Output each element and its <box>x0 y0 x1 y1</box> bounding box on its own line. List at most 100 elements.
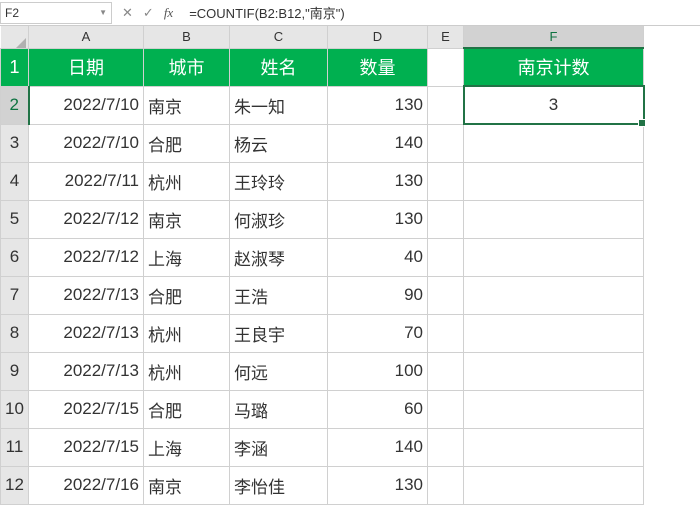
cell-B3[interactable]: 合肥 <box>144 124 230 162</box>
cell-F4[interactable] <box>464 162 644 200</box>
cell-F6[interactable] <box>464 238 644 276</box>
cell-A10[interactable]: 2022/7/15 <box>29 390 144 428</box>
cell-F2[interactable]: 3 <box>464 86 644 124</box>
cell-A6[interactable]: 2022/7/12 <box>29 238 144 276</box>
cell-D4[interactable]: 130 <box>328 162 428 200</box>
cell-E6[interactable] <box>428 238 464 276</box>
cell-C2[interactable]: 朱一知 <box>230 86 328 124</box>
formula-input[interactable]: =COUNTIF(B2:B12,"南京") <box>183 0 700 25</box>
cell-B2[interactable]: 南京 <box>144 86 230 124</box>
row-header-3[interactable]: 3 <box>1 124 29 162</box>
cell-D12[interactable]: 130 <box>328 466 428 504</box>
row-header-8[interactable]: 8 <box>1 314 29 352</box>
row-header-7[interactable]: 7 <box>1 276 29 314</box>
cell-E12[interactable] <box>428 466 464 504</box>
cell-F11[interactable] <box>464 428 644 466</box>
cell-F7[interactable] <box>464 276 644 314</box>
cell-F10[interactable] <box>464 390 644 428</box>
cell-B1[interactable]: 城市 <box>144 48 230 86</box>
row-header-9[interactable]: 9 <box>1 352 29 390</box>
cell-A1[interactable]: 日期 <box>29 48 144 86</box>
fx-icon[interactable]: fx <box>164 5 173 21</box>
spreadsheet-grid[interactable]: A B C D E F 1 日期 城市 姓名 数量 南京计数 2 2022/7/… <box>0 26 700 505</box>
cell-D2[interactable]: 130 <box>328 86 428 124</box>
cell-B4[interactable]: 杭州 <box>144 162 230 200</box>
confirm-icon[interactable]: ✓ <box>143 5 154 21</box>
cell-B7[interactable]: 合肥 <box>144 276 230 314</box>
cell-A9[interactable]: 2022/7/13 <box>29 352 144 390</box>
col-header-E[interactable]: E <box>428 26 464 48</box>
cell-C8[interactable]: 王良宇 <box>230 314 328 352</box>
cell-D8[interactable]: 70 <box>328 314 428 352</box>
col-header-F[interactable]: F <box>464 26 644 48</box>
cell-A3[interactable]: 2022/7/10 <box>29 124 144 162</box>
col-header-A[interactable]: A <box>29 26 144 48</box>
cell-F3[interactable] <box>464 124 644 162</box>
cell-E11[interactable] <box>428 428 464 466</box>
cell-E1[interactable] <box>428 48 464 86</box>
cell-B5[interactable]: 南京 <box>144 200 230 238</box>
cell-C4[interactable]: 王玲玲 <box>230 162 328 200</box>
cell-F12[interactable] <box>464 466 644 504</box>
cell-E2[interactable] <box>428 86 464 124</box>
cell-E4[interactable] <box>428 162 464 200</box>
cell-D9[interactable]: 100 <box>328 352 428 390</box>
cell-F9[interactable] <box>464 352 644 390</box>
cell-C11[interactable]: 李涵 <box>230 428 328 466</box>
cell-A8[interactable]: 2022/7/13 <box>29 314 144 352</box>
cell-B8[interactable]: 杭州 <box>144 314 230 352</box>
cancel-icon[interactable]: ✕ <box>122 5 133 21</box>
cell-B6[interactable]: 上海 <box>144 238 230 276</box>
cell-A12[interactable]: 2022/7/16 <box>29 466 144 504</box>
cell-C1[interactable]: 姓名 <box>230 48 328 86</box>
row-header-5[interactable]: 5 <box>1 200 29 238</box>
col-header-B[interactable]: B <box>144 26 230 48</box>
cell-D5[interactable]: 130 <box>328 200 428 238</box>
cell-C3[interactable]: 杨云 <box>230 124 328 162</box>
cell-D11[interactable]: 140 <box>328 428 428 466</box>
name-box[interactable]: F2 ▼ <box>0 2 112 24</box>
cell-C9[interactable]: 何远 <box>230 352 328 390</box>
row-header-10[interactable]: 10 <box>1 390 29 428</box>
table-header-row: 1 日期 城市 姓名 数量 南京计数 <box>1 48 644 86</box>
cell-A5[interactable]: 2022/7/12 <box>29 200 144 238</box>
cell-B11[interactable]: 上海 <box>144 428 230 466</box>
row-header-2[interactable]: 2 <box>1 86 29 124</box>
cell-E5[interactable] <box>428 200 464 238</box>
cell-E7[interactable] <box>428 276 464 314</box>
cell-E9[interactable] <box>428 352 464 390</box>
cell-F1[interactable]: 南京计数 <box>464 48 644 86</box>
cell-D7[interactable]: 90 <box>328 276 428 314</box>
cell-B12[interactable]: 南京 <box>144 466 230 504</box>
cell-B9[interactable]: 杭州 <box>144 352 230 390</box>
select-all-corner[interactable] <box>1 26 29 48</box>
cell-E10[interactable] <box>428 390 464 428</box>
cell-A7[interactable]: 2022/7/13 <box>29 276 144 314</box>
cell-C6[interactable]: 赵淑琴 <box>230 238 328 276</box>
cell-C12[interactable]: 李怡佳 <box>230 466 328 504</box>
row-header-6[interactable]: 6 <box>1 238 29 276</box>
cell-A4[interactable]: 2022/7/11 <box>29 162 144 200</box>
row-header-1[interactable]: 1 <box>1 48 29 86</box>
row-header-12[interactable]: 12 <box>1 466 29 504</box>
cell-A2[interactable]: 2022/7/10 <box>29 86 144 124</box>
row-header-4[interactable]: 4 <box>1 162 29 200</box>
cell-C5[interactable]: 何淑珍 <box>230 200 328 238</box>
chevron-down-icon[interactable]: ▼ <box>99 8 107 17</box>
col-header-D[interactable]: D <box>328 26 428 48</box>
cell-B10[interactable]: 合肥 <box>144 390 230 428</box>
cell-D10[interactable]: 60 <box>328 390 428 428</box>
cell-F8[interactable] <box>464 314 644 352</box>
cell-E3[interactable] <box>428 124 464 162</box>
cell-D3[interactable]: 140 <box>328 124 428 162</box>
cell-D6[interactable]: 40 <box>328 238 428 276</box>
cell-C7[interactable]: 王浩 <box>230 276 328 314</box>
cell-E8[interactable] <box>428 314 464 352</box>
table-row: 3 2022/7/10 合肥 杨云 140 <box>1 124 644 162</box>
cell-C10[interactable]: 马璐 <box>230 390 328 428</box>
cell-D1[interactable]: 数量 <box>328 48 428 86</box>
col-header-C[interactable]: C <box>230 26 328 48</box>
row-header-11[interactable]: 11 <box>1 428 29 466</box>
cell-F5[interactable] <box>464 200 644 238</box>
cell-A11[interactable]: 2022/7/15 <box>29 428 144 466</box>
